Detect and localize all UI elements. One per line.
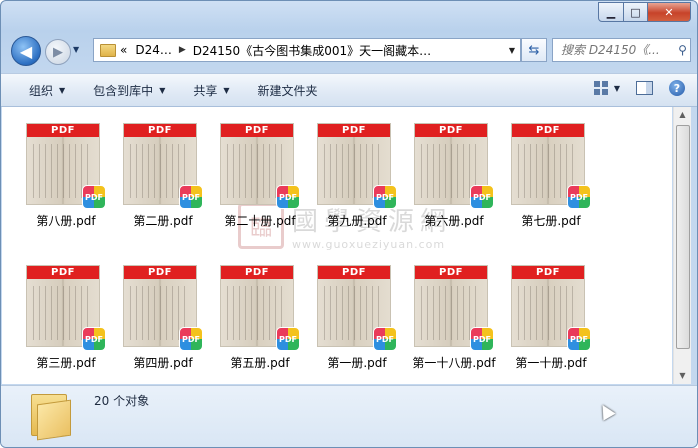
- file-item[interactable]: PDF PDF 第一十八册.pdf: [408, 257, 500, 375]
- file-name: 第七册.pdf: [521, 214, 581, 228]
- pdf-label: PDF: [318, 266, 390, 279]
- command-bar: 组织 ▼ 包含到库中 ▼ 共享 ▼ 新建文件夹 ▼ ?: [1, 73, 697, 107]
- watermark-url: www.guoxueziyuan.com: [292, 238, 446, 251]
- search-input[interactable]: [559, 42, 675, 58]
- file-name: 第一十八册.pdf: [412, 356, 496, 370]
- details-pane: 20 个对象: [1, 385, 697, 447]
- file-item[interactable]: PDF PDF 第二册.pdf: [117, 115, 209, 233]
- scroll-up-icon[interactable]: ▲: [674, 107, 691, 123]
- pdf-label: PDF: [415, 124, 487, 137]
- file-item[interactable]: PDF PDF 第五册.pdf: [214, 257, 306, 375]
- pdf-app-icon: PDF: [276, 185, 300, 209]
- organize-menu[interactable]: 组织 ▼: [29, 82, 65, 99]
- pdf-app-icon: PDF: [82, 185, 106, 209]
- forward-button[interactable]: ▶: [45, 39, 71, 65]
- pdf-label: PDF: [124, 266, 196, 279]
- change-view-icon[interactable]: [593, 81, 608, 95]
- refresh-button[interactable]: ⇆: [521, 38, 547, 62]
- chevron-down-icon: ▼: [159, 85, 166, 95]
- new-folder-button[interactable]: 新建文件夹: [258, 82, 318, 99]
- file-name: 第九册.pdf: [327, 214, 387, 228]
- preview-pane-icon[interactable]: [636, 81, 653, 95]
- pdf-app-icon: PDF: [567, 185, 591, 209]
- include-in-library-menu[interactable]: 包含到库中 ▼: [93, 82, 165, 99]
- file-name: 第五册.pdf: [230, 356, 290, 370]
- pdf-app-icon: PDF: [470, 327, 494, 351]
- file-item[interactable]: PDF PDF 第一十册.pdf: [505, 257, 597, 375]
- file-item[interactable]: PDF PDF 第二十册.pdf: [214, 115, 306, 233]
- share-label: 共享: [193, 83, 218, 98]
- breadcrumb-item-current[interactable]: D24150《古今图书集成001》天一阁藏本…: [193, 42, 431, 59]
- pdf-app-icon: PDF: [470, 185, 494, 209]
- file-name: 第四册.pdf: [133, 356, 193, 370]
- folder-icon: [29, 392, 73, 441]
- pdf-label: PDF: [221, 266, 293, 279]
- file-name: 第二册.pdf: [133, 214, 193, 228]
- file-item[interactable]: PDF PDF 第九册.pdf: [311, 115, 403, 233]
- maximize-button[interactable]: □: [624, 2, 648, 22]
- file-item[interactable]: PDF PDF 第四册.pdf: [117, 257, 209, 375]
- pdf-app-icon: PDF: [179, 185, 203, 209]
- file-name: 第三册.pdf: [36, 356, 96, 370]
- search-icon[interactable]: ⚲: [675, 43, 690, 57]
- breadcrumb-item-parent[interactable]: D24…: [135, 43, 172, 57]
- folder-icon: [100, 43, 116, 57]
- mouse-cursor-icon: [596, 401, 616, 421]
- back-button[interactable]: ◀: [11, 36, 41, 66]
- include-in-library-label: 包含到库中: [93, 83, 154, 98]
- file-name: 第六册.pdf: [424, 214, 484, 228]
- explorer-window: ▁ □ ✕ ◀ ▶ ▼ « D24… ▶ D24150《古今图书集成001》天一…: [0, 0, 698, 448]
- pdf-app-icon: PDF: [373, 185, 397, 209]
- pdf-app-icon: PDF: [373, 327, 397, 351]
- help-icon[interactable]: ?: [669, 80, 685, 96]
- pdf-app-icon: PDF: [82, 327, 106, 351]
- file-list[interactable]: 臨 國學資源網 www.guoxueziyuan.com PDF PDF 第八册.p…: [2, 107, 672, 384]
- address-history-chevron-down-icon[interactable]: ▼: [504, 46, 520, 55]
- caption-buttons: ▁ □ ✕: [598, 2, 691, 22]
- chevron-down-icon: ▼: [223, 85, 230, 95]
- scroll-down-icon[interactable]: ▼: [674, 368, 691, 384]
- navigation-bar: ◀ ▶ ▼ « D24… ▶ D24150《古今图书集成001》天一阁藏本… ▼…: [1, 35, 697, 67]
- toolbar-right: ▼ ?: [593, 80, 685, 96]
- view-options-chevron-down-icon[interactable]: ▼: [614, 84, 620, 93]
- file-name: 第二十册.pdf: [224, 214, 296, 228]
- pdf-label: PDF: [221, 124, 293, 137]
- file-item[interactable]: PDF PDF 第八册.pdf: [20, 115, 112, 233]
- close-button[interactable]: ✕: [648, 2, 691, 22]
- file-name: 第八册.pdf: [36, 214, 96, 228]
- file-name: 第一十册.pdf: [515, 356, 587, 370]
- new-folder-label: 新建文件夹: [257, 83, 318, 98]
- file-item[interactable]: PDF PDF 第一册.pdf: [311, 257, 403, 375]
- pdf-label: PDF: [27, 266, 99, 279]
- pdf-app-icon: PDF: [276, 327, 300, 351]
- file-item[interactable]: PDF PDF 第七册.pdf: [505, 115, 597, 233]
- pdf-label: PDF: [512, 124, 584, 137]
- scrollbar-thumb[interactable]: [676, 125, 690, 349]
- search-box[interactable]: ⚲: [552, 38, 691, 62]
- breadcrumb-separator-icon[interactable]: ▶: [179, 45, 186, 55]
- pdf-label: PDF: [27, 124, 99, 137]
- item-count: 20 个对象: [94, 394, 150, 408]
- recent-pages-chevron-down-icon[interactable]: ▼: [73, 45, 81, 57]
- pdf-label: PDF: [124, 124, 196, 137]
- vertical-scrollbar[interactable]: ▲ ▼: [673, 107, 691, 384]
- pdf-app-icon: PDF: [179, 327, 203, 351]
- breadcrumb-overflow[interactable]: «: [120, 43, 127, 57]
- file-item[interactable]: PDF PDF 第六册.pdf: [408, 115, 500, 233]
- pdf-app-icon: PDF: [567, 327, 591, 351]
- file-item[interactable]: PDF PDF 第三册.pdf: [20, 257, 112, 375]
- address-bar[interactable]: « D24… ▶ D24150《古今图书集成001》天一阁藏本… ▼: [93, 38, 521, 62]
- organize-label: 组织: [29, 83, 54, 98]
- file-name: 第一册.pdf: [327, 356, 387, 370]
- pdf-label: PDF: [318, 124, 390, 137]
- pdf-label: PDF: [415, 266, 487, 279]
- pdf-label: PDF: [512, 266, 584, 279]
- share-menu[interactable]: 共享 ▼: [193, 82, 229, 99]
- chevron-down-icon: ▼: [59, 85, 66, 95]
- minimize-button[interactable]: ▁: [598, 2, 624, 22]
